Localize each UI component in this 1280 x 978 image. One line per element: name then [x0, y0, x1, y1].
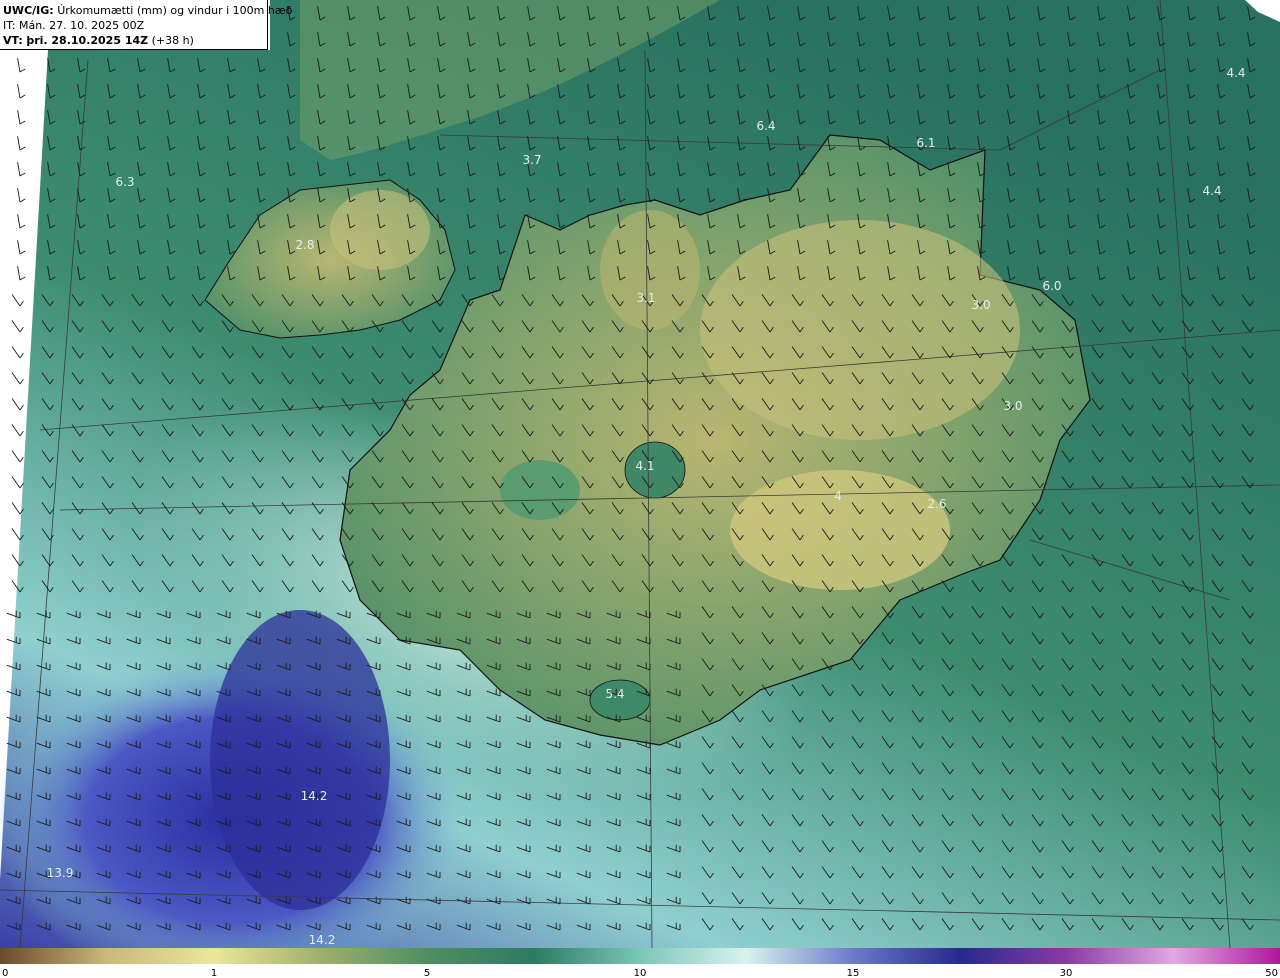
value-label: 6.0 — [1042, 279, 1061, 293]
colorbar-tick: 10 — [633, 968, 647, 978]
vt-value: þri. 28.10.2025 14Z — [26, 34, 149, 47]
value-label: 4.4 — [1226, 66, 1245, 80]
value-label: 6.3 — [115, 175, 134, 189]
colorbar-tick: 0 — [2, 968, 9, 978]
value-label: 6.1 — [916, 136, 935, 150]
value-label: 14.2 — [301, 789, 328, 803]
value-label: 3.7 — [522, 153, 541, 167]
colorbar-tick: 5 — [423, 968, 431, 978]
title-line: UWC/IG: Úrkomumætti (mm) og vindur i 100… — [3, 3, 292, 18]
value-label: 3.0 — [1003, 399, 1022, 413]
value-label: 4.1 — [635, 459, 654, 473]
value-label: 2.8 — [295, 238, 314, 252]
value-label: 6.4 — [756, 119, 775, 133]
info-box: UWC/IG: Úrkomumætti (mm) og vindur i 100… — [0, 0, 292, 50]
value-label: 14.2 — [309, 933, 336, 947]
it-label: IT: — [3, 19, 16, 32]
colorbar-tick: 1 — [210, 968, 218, 978]
value-label: 4 — [834, 489, 842, 503]
precipitation-map: 6.3 2.8 3.7 6.4 6.1 4.4 4.4 3.1 6.0 3.0 3.0 4.1 4 2.6… — [0, 0, 1280, 948]
colorbar-strip — [0, 948, 1280, 964]
it-value: Mán. 27. 10. 2025 00Z — [18, 19, 145, 32]
value-label: 3.0 — [971, 298, 990, 312]
colorbar-tick: 15 — [846, 968, 860, 978]
product-title: Úrkomumætti (mm) og vindur i 100m hæð — [57, 4, 293, 17]
colorbar-tick: 30 — [1059, 968, 1073, 978]
value-label: 2.6 — [927, 497, 946, 511]
vt-lead: (+38 h) — [151, 34, 194, 47]
value-label: 5.4 — [605, 687, 624, 701]
product-code: UWC/IG: — [3, 4, 54, 17]
value-label: 3.1 — [636, 291, 655, 305]
vt-label: VT: — [3, 34, 23, 47]
value-label: 13.9 — [47, 866, 74, 880]
colorbar: 0 1 5 10 15 30 50 — [0, 948, 1280, 978]
value-label: 4.4 — [1202, 184, 1221, 198]
valid-time-line: VT: þri. 28.10.2025 14Z (+38 h) — [3, 33, 267, 48]
colorbar-tick: 50 — [1265, 968, 1278, 978]
map-view: 6.3 2.8 3.7 6.4 6.1 4.4 4.4 3.1 6.0 3.0 3.0 4.1 4 2.6… — [0, 0, 1280, 978]
init-time-line: IT: Mán. 27. 10. 2025 00Z — [3, 18, 267, 33]
